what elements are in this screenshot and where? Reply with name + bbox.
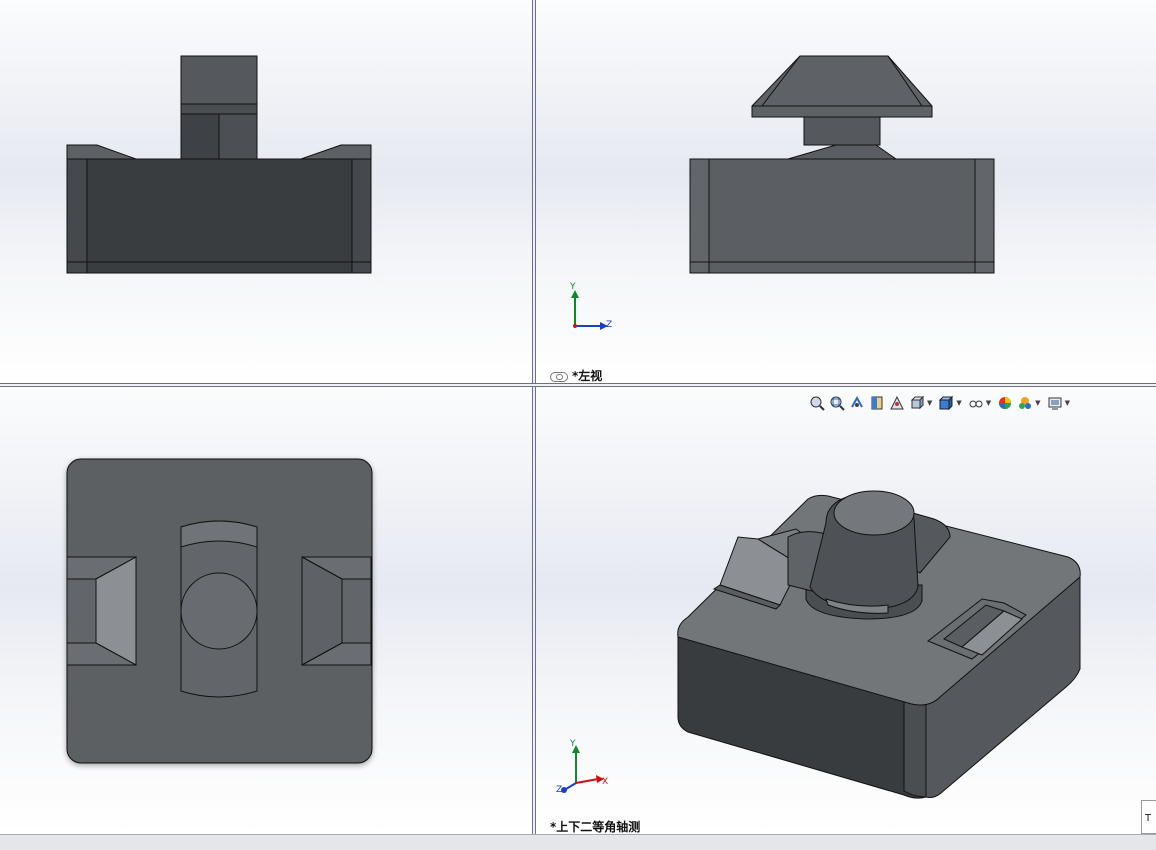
link-view-icon[interactable] [550,371,568,382]
front-view-model [66,55,372,274]
vertical-splitter[interactable] [532,0,536,834]
triad-z-label: Z [556,785,563,795]
status-strip [0,834,1156,850]
triad-z-label: Z [606,320,613,330]
left-view-model [571,55,995,330]
viewport-isometric[interactable]: ▼ ▼ ▼ ▼ ▼ Y X Z *上下二等角轴测 [536,387,1156,834]
triad-icon [571,290,608,330]
triad-y-label: Y [570,739,576,749]
top-view-model [66,458,373,764]
viewport-front[interactable] [0,0,532,383]
view-name-text: *左视 [572,369,603,383]
triad-y-label: Y [570,282,576,292]
triad-icon [561,745,604,793]
view-name-text: *上下二等角轴测 [550,820,641,834]
task-pane-tab[interactable]: T [1141,800,1156,834]
viewport-left[interactable]: Y Z *左视 [536,0,1156,383]
view-name-label: *左视 [550,367,602,383]
horizontal-splitter[interactable] [0,383,1156,387]
viewport-top[interactable] [0,387,532,834]
triad-x-label: X [602,777,609,787]
isometric-model [561,490,1081,799]
view-name-label: *上下二等角轴测 [550,818,640,834]
